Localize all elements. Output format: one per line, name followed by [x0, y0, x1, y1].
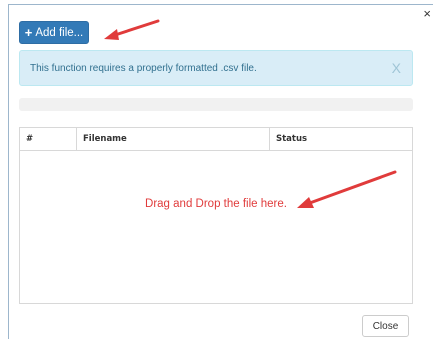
annotation-arrow-add-file	[104, 19, 160, 40]
annotation-arrow-drop-zone	[297, 170, 397, 208]
annotation-arrows	[104, 19, 397, 208]
